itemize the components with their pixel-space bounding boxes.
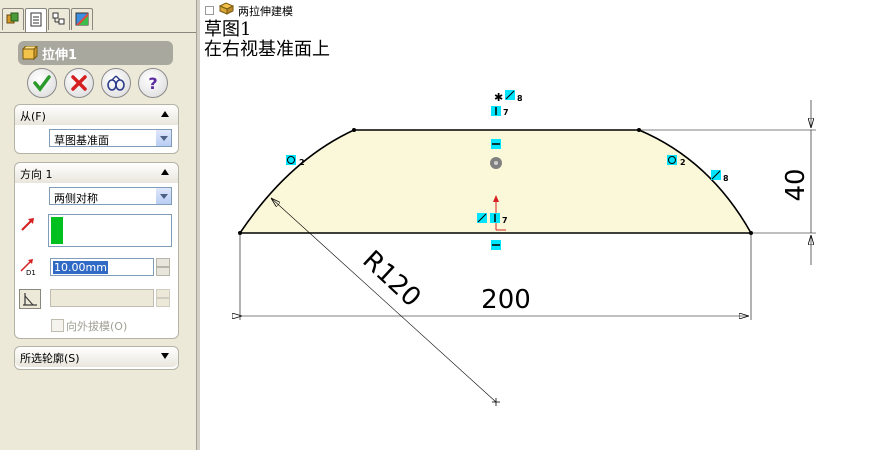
feature-title-bar: 拉伸1 bbox=[18, 41, 173, 65]
reverse-direction-icon[interactable] bbox=[20, 216, 36, 232]
help-button[interactable]: ? bbox=[138, 68, 168, 98]
sketch-origin-point[interactable] bbox=[490, 157, 502, 169]
svg-text:?: ? bbox=[148, 74, 157, 92]
sketch-point[interactable] bbox=[352, 128, 356, 132]
depth-input[interactable]: 10.00mm bbox=[50, 258, 154, 276]
configuration-icon bbox=[52, 12, 65, 25]
selection-indicator bbox=[51, 217, 63, 244]
svg-text:8: 8 bbox=[723, 174, 729, 183]
direction1-group: 方向 1 两侧对称 bbox=[14, 162, 179, 339]
svg-text:2: 2 bbox=[299, 158, 305, 167]
tangent-relation-marker-left[interactable]: 2 bbox=[286, 155, 305, 167]
from-select[interactable]: 草图基准面 bbox=[49, 129, 172, 147]
feature-tree-icon bbox=[6, 12, 19, 24]
from-group-title: 从(F) bbox=[20, 110, 46, 123]
close-icon bbox=[71, 75, 87, 91]
horizontal-relation-marker-bottom[interactable] bbox=[491, 240, 501, 250]
depth-dimension-icon: D1 bbox=[20, 259, 36, 277]
collapse-arrow-icon[interactable] bbox=[161, 169, 169, 175]
width-dimension[interactable]: 200 bbox=[481, 285, 531, 315]
draft-outward-checkbox bbox=[51, 319, 64, 332]
feature-title: 拉伸1 bbox=[42, 48, 78, 63]
tab-display-manager[interactable] bbox=[71, 8, 93, 30]
tab-configuration-manager[interactable] bbox=[48, 8, 70, 30]
collapse-arrow-icon[interactable] bbox=[161, 111, 169, 117]
glasses-icon bbox=[107, 75, 125, 91]
sketch-point[interactable] bbox=[637, 128, 641, 132]
spin-down-button[interactable] bbox=[156, 267, 170, 276]
svg-text:2: 2 bbox=[680, 158, 686, 167]
graphics-area[interactable]: 200 40 R120 ✱ 8 7 2 2 8 7 bbox=[201, 0, 875, 450]
svg-text:✱: ✱ bbox=[494, 91, 503, 104]
tab-separator bbox=[0, 32, 196, 33]
property-manager-panel: 拉伸1 ? 从(F) 草图基准面 方向 1 两侧对称 D1 10.00mm 向外… bbox=[0, 0, 196, 450]
depth-spinner[interactable] bbox=[156, 258, 170, 276]
svg-text:8: 8 bbox=[517, 94, 523, 103]
spin-up-button[interactable] bbox=[156, 258, 170, 267]
symmetric-relation-marker-top[interactable]: ✱ 8 bbox=[494, 90, 523, 104]
from-select-value: 草图基准面 bbox=[54, 134, 109, 147]
spin-up-button bbox=[156, 289, 170, 298]
end-condition-value: 两侧对称 bbox=[54, 192, 98, 205]
direction1-group-header[interactable]: 方向 1 bbox=[15, 163, 178, 183]
detailed-preview-button[interactable] bbox=[101, 68, 131, 98]
expand-arrow-icon[interactable] bbox=[161, 353, 169, 359]
chevron-down-icon[interactable] bbox=[155, 130, 171, 146]
spin-down-button bbox=[156, 298, 170, 307]
direction-reference-list[interactable] bbox=[48, 214, 172, 247]
from-group-header[interactable]: 从(F) bbox=[15, 105, 178, 125]
draft-outward-label: 向外拔模(O) bbox=[66, 320, 128, 333]
chevron-down-icon[interactable] bbox=[155, 188, 171, 204]
svg-text:7: 7 bbox=[502, 216, 508, 225]
tab-feature-manager[interactable] bbox=[2, 8, 24, 30]
selected-contours-header[interactable]: 所选轮廓(S) bbox=[15, 347, 178, 367]
vertical-relation-marker-top[interactable]: 7 bbox=[491, 106, 509, 117]
help-icon: ? bbox=[148, 74, 157, 92]
selected-contours-title: 所选轮廓(S) bbox=[20, 352, 80, 365]
ok-button[interactable] bbox=[27, 68, 57, 98]
svg-text:7: 7 bbox=[503, 108, 509, 117]
direction1-group-title: 方向 1 bbox=[20, 168, 53, 181]
draft-icon bbox=[23, 293, 37, 306]
depth-value: 10.00mm bbox=[53, 261, 108, 274]
extrude-feature-icon bbox=[22, 46, 38, 60]
svg-text:D1: D1 bbox=[26, 269, 36, 277]
draft-toggle-button[interactable] bbox=[19, 289, 41, 309]
radius-dimension[interactable]: R120 bbox=[356, 245, 426, 313]
cancel-button[interactable] bbox=[64, 68, 94, 98]
manager-tabs bbox=[2, 8, 192, 32]
draft-angle-spinner bbox=[156, 289, 170, 307]
sketch-point[interactable] bbox=[238, 231, 242, 235]
end-condition-select[interactable]: 两侧对称 bbox=[49, 187, 172, 205]
from-group: 从(F) 草图基准面 bbox=[14, 104, 179, 154]
tab-property-manager[interactable] bbox=[25, 8, 47, 32]
draft-angle-input bbox=[50, 289, 154, 307]
checkmark-icon bbox=[33, 75, 51, 92]
height-dimension[interactable]: 40 bbox=[781, 168, 811, 201]
property-manager-icon bbox=[30, 12, 42, 27]
horizontal-relation-marker[interactable] bbox=[491, 139, 501, 149]
display-manager-icon bbox=[75, 12, 89, 26]
action-buttons: ? bbox=[27, 68, 177, 100]
sketch-point[interactable] bbox=[749, 231, 753, 235]
selected-contours-group: 所选轮廓(S) bbox=[14, 346, 179, 370]
